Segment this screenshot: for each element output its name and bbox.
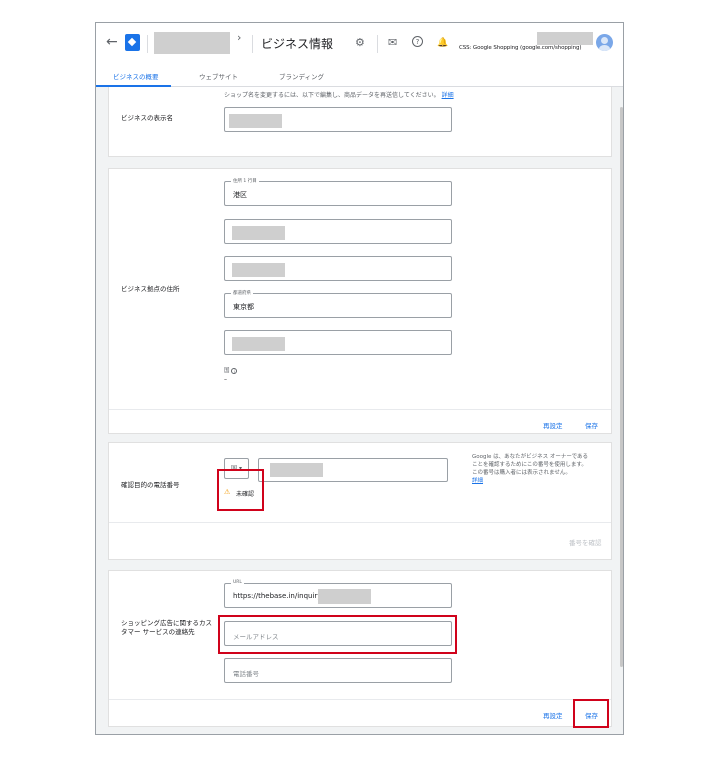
city-field[interactable] bbox=[224, 256, 452, 281]
phone-input[interactable] bbox=[258, 458, 448, 482]
phone-card: 確認目的の電話番号 国 ▾ ⚠ 未確認 Google は、あなたがビジネス オー… bbox=[108, 442, 612, 560]
top-bar: ← › ビジネス情報 ⚙ ✉ ? 🔔 CSS: Google Shopping … bbox=[96, 23, 623, 65]
business-name-label: ビジネスの表示名 bbox=[121, 114, 173, 122]
prefecture-value: 東京都 bbox=[233, 303, 254, 311]
phone-redacted bbox=[270, 463, 323, 477]
help-icon[interactable]: ? bbox=[412, 36, 423, 47]
store-label[interactable]: CSS: Google Shopping (google.com/shoppin… bbox=[459, 45, 582, 51]
postal-code-redacted bbox=[232, 337, 285, 351]
divider bbox=[252, 35, 253, 53]
arrow-back-icon[interactable]: ← bbox=[106, 34, 118, 50]
phone-learn-more-link[interactable]: 詳細 bbox=[472, 478, 483, 484]
address-line2-redacted bbox=[232, 226, 285, 240]
prefecture-label: 都道府県 bbox=[231, 290, 253, 296]
divider bbox=[377, 35, 378, 53]
city-redacted bbox=[232, 263, 285, 277]
tab-business-overview[interactable]: ビジネスの概要 bbox=[113, 71, 159, 81]
address-line1-field[interactable]: 住所 1 行目 港区 bbox=[224, 178, 452, 206]
address-label: ビジネス拠点の住所 bbox=[121, 285, 180, 293]
business-name-input[interactable] bbox=[224, 107, 452, 132]
main-content: ショップ名を変更するには、以下で編集し、商品データを再送信してください。 詳細 … bbox=[96, 87, 623, 734]
tab-bar: ビジネスの概要 ウェブサイト ブランディング bbox=[96, 65, 623, 87]
business-name-helper: ショップ名を変更するには、以下で編集し、商品データを再送信してください。 詳細 bbox=[224, 92, 454, 99]
phone-note: Google は、あなたがビジネス オーナーであることを確認するためにこの番号を… bbox=[472, 454, 589, 484]
app-window: ← › ビジネス情報 ⚙ ✉ ? 🔔 CSS: Google Shopping … bbox=[95, 22, 624, 735]
tab-branding[interactable]: ブランディング bbox=[279, 71, 324, 81]
store-id-redacted bbox=[537, 32, 593, 45]
notifications-bell-icon[interactable]: 🔔 bbox=[437, 36, 448, 50]
page-title: ビジネス情報 bbox=[261, 37, 334, 51]
prefecture-field[interactable]: 都道府県 東京都 bbox=[224, 290, 452, 318]
address-save-button[interactable]: 保存 bbox=[585, 420, 598, 430]
settings-icon[interactable]: ⚙ bbox=[355, 36, 365, 50]
tab-website[interactable]: ウェブサイト bbox=[199, 71, 238, 81]
info-icon[interactable]: i bbox=[231, 367, 238, 374]
chevron-right-icon: › bbox=[237, 31, 242, 44]
address-footer: 再設定 保存 bbox=[109, 409, 611, 434]
merchant-center-logo-icon[interactable] bbox=[125, 34, 140, 51]
account-name-redacted[interactable] bbox=[154, 32, 230, 54]
scrollbar[interactable] bbox=[620, 107, 623, 667]
url-label: URL bbox=[231, 580, 244, 585]
learn-more-link[interactable]: 詳細 bbox=[442, 92, 454, 99]
phone-footer: 番号を確認 bbox=[109, 522, 611, 560]
address-reset-button[interactable]: 再設定 bbox=[543, 420, 563, 430]
url-field[interactable]: URL https://thebase.in/inquiry/ bbox=[224, 580, 452, 608]
business-name-redacted bbox=[229, 114, 282, 128]
verify-number-button[interactable]: 番号を確認 bbox=[569, 537, 602, 547]
customer-service-label: ショッピング広告に関するカスタマー サービスの連絡先 bbox=[121, 619, 212, 636]
address-line2-field[interactable] bbox=[224, 219, 452, 244]
customer-service-reset-button[interactable]: 再設定 bbox=[543, 710, 563, 720]
cs-phone-input[interactable]: 電話番号 bbox=[224, 658, 452, 683]
country-code-highlight bbox=[217, 469, 264, 511]
address-line1-value: 港区 bbox=[233, 191, 247, 199]
country-label: 国 i bbox=[224, 366, 238, 374]
avatar[interactable] bbox=[596, 34, 613, 51]
save-highlight bbox=[573, 699, 609, 728]
address-card: 住所 1 行目 港区 ビジネス拠点の住所 都道府県 東京都 国 i – 再設定 … bbox=[108, 168, 612, 434]
business-name-card: ショップ名を変更するには、以下で編集し、商品データを再送信してください。 詳細 … bbox=[108, 87, 612, 157]
customer-service-footer: 再設定 保存 bbox=[109, 699, 611, 727]
email-highlight bbox=[218, 615, 457, 654]
divider bbox=[147, 35, 148, 53]
postal-code-field[interactable] bbox=[224, 330, 452, 355]
country-value: – bbox=[224, 376, 227, 383]
address-line1-label: 住所 1 行目 bbox=[231, 178, 259, 184]
phone-label: 確認目的の電話番号 bbox=[121, 481, 180, 489]
url-redacted bbox=[318, 589, 371, 604]
url-value: https://thebase.in/inquiry/ bbox=[233, 592, 324, 600]
mail-icon[interactable]: ✉ bbox=[388, 36, 397, 50]
cs-phone-placeholder: 電話番号 bbox=[233, 670, 259, 678]
